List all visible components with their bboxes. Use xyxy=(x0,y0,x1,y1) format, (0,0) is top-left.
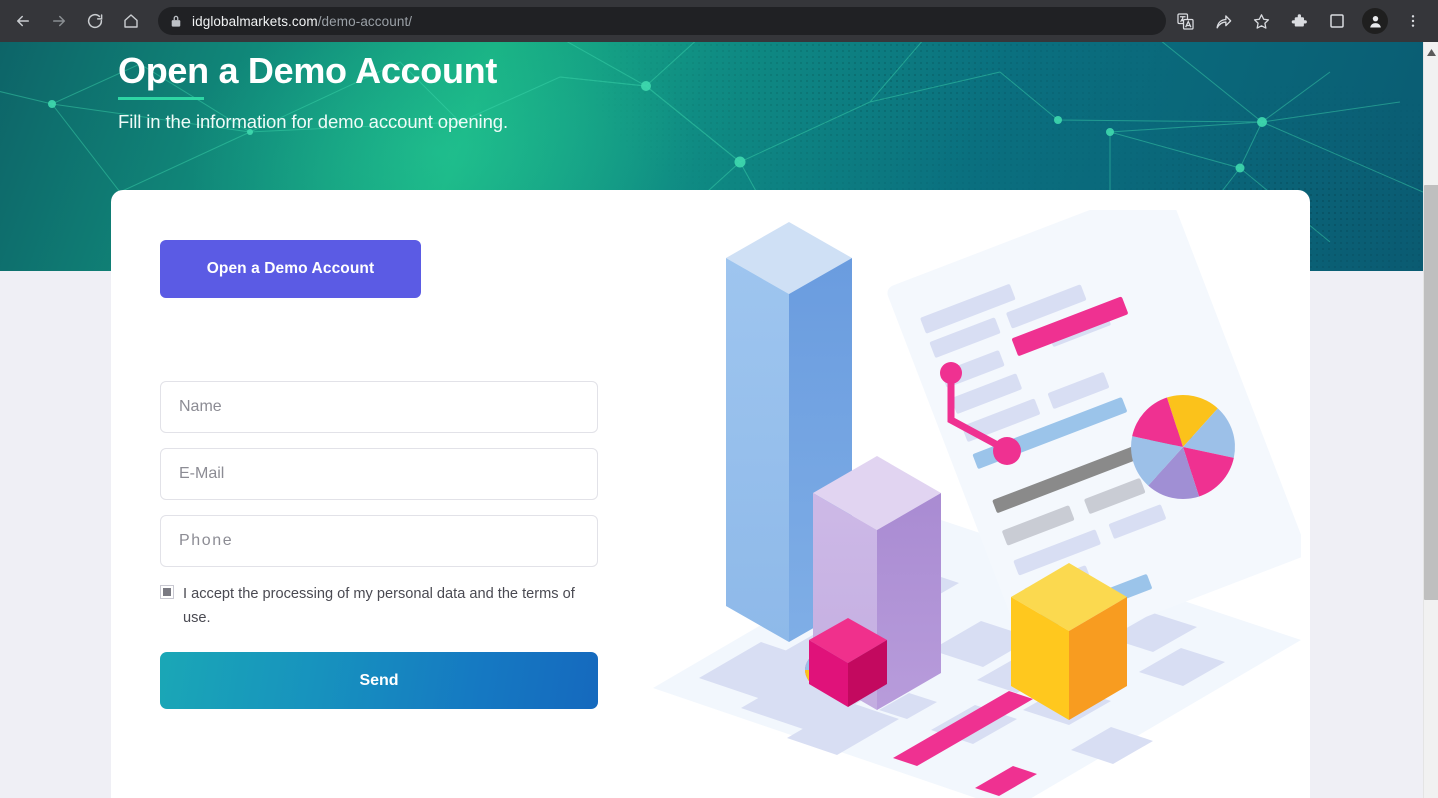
url-text: idglobalmarkets.com/demo-account/ xyxy=(192,14,412,29)
forward-button[interactable] xyxy=(44,6,74,36)
back-button[interactable] xyxy=(8,6,38,36)
consent-checkbox[interactable] xyxy=(160,585,174,599)
reload-icon xyxy=(86,12,104,30)
open-demo-account-button[interactable]: Open a Demo Account xyxy=(160,240,421,298)
page-subtitle: Fill in the information for demo account… xyxy=(118,111,508,132)
home-icon xyxy=(122,12,140,30)
share-icon[interactable] xyxy=(1209,7,1237,35)
title-underline-accent xyxy=(118,97,204,100)
translate-icon[interactable] xyxy=(1171,7,1199,35)
page-title: Open a Demo Account xyxy=(118,50,498,91)
arrow-right-icon xyxy=(50,12,68,30)
consent-label: I accept the processing of my personal d… xyxy=(183,586,575,626)
reload-button[interactable] xyxy=(80,6,110,36)
browser-toolbar: idglobalmarkets.com/demo-account/ xyxy=(0,0,1438,42)
phone-input[interactable] xyxy=(160,515,598,567)
pink-node-dot xyxy=(993,437,1021,465)
hero-text-block: Open a Demo Account Fill in the informat… xyxy=(118,47,508,133)
name-input[interactable] xyxy=(160,381,598,433)
address-bar[interactable]: idglobalmarkets.com/demo-account/ xyxy=(158,7,1166,35)
extensions-puzzle-icon[interactable] xyxy=(1285,7,1313,35)
profile-avatar-icon[interactable] xyxy=(1362,8,1388,34)
home-button[interactable] xyxy=(116,6,146,36)
consent-row: I accept the processing of my personal d… xyxy=(160,582,598,630)
bookmark-star-icon[interactable] xyxy=(1247,7,1275,35)
scrollbar-thumb[interactable] xyxy=(1424,185,1438,600)
toolbar-actions xyxy=(1166,7,1438,35)
form-card: Open a Demo Account I accept the process… xyxy=(111,190,1310,798)
pink-node-dot xyxy=(940,362,962,384)
arrow-left-icon xyxy=(14,12,32,30)
email-input[interactable] xyxy=(160,448,598,500)
demo-account-form: Open a Demo Account I accept the process… xyxy=(160,240,608,709)
form-fields xyxy=(160,381,608,567)
url-path: /demo-account/ xyxy=(317,13,413,29)
triangle-up-icon[interactable] xyxy=(1424,45,1438,59)
side-panel-icon[interactable] xyxy=(1323,7,1351,35)
page-scrollbar[interactable] xyxy=(1423,42,1438,798)
isometric-data-analytics-illustration xyxy=(641,210,1301,798)
page-viewport: Open a Demo Account Fill in the informat… xyxy=(0,42,1423,798)
url-domain: idglobalmarkets.com xyxy=(192,13,318,29)
more-menu-icon[interactable] xyxy=(1399,7,1427,35)
send-button[interactable]: Send xyxy=(160,652,598,709)
lock-icon xyxy=(170,14,182,28)
